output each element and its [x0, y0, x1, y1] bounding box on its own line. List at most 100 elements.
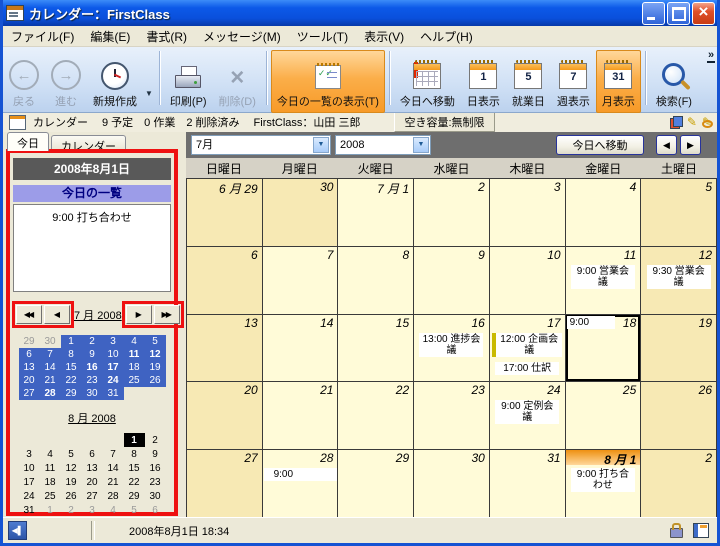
month-view-button[interactable]: 31 月表示: [596, 50, 641, 113]
mini-calendar-day[interactable]: 16: [145, 461, 166, 475]
mini-calendar-day[interactable]: 14: [103, 461, 124, 475]
mini-calendar-day[interactable]: 23: [145, 475, 166, 489]
prev-month-button[interactable]: ◀: [44, 305, 70, 324]
next-month-button[interactable]: ▶: [126, 305, 152, 324]
mini-calendar-day[interactable]: 25: [40, 489, 61, 503]
calendar-day-cell[interactable]: 27: [187, 450, 263, 518]
calendar-day-cell[interactable]: 6 月 29: [187, 179, 263, 247]
mini-calendar-day[interactable]: 24: [103, 374, 124, 387]
mini-calendar-day[interactable]: 2: [145, 433, 166, 447]
calendar-day-cell-selected[interactable]: 189:00: [566, 315, 642, 383]
panel-toggle-icon[interactable]: ◀▌: [8, 521, 27, 540]
mini-calendar-day[interactable]: 12: [145, 348, 166, 361]
mini-calendar-day[interactable]: 2: [61, 503, 82, 517]
mini-calendar-day[interactable]: 9: [145, 447, 166, 461]
calendar-day-cell[interactable]: 8: [338, 247, 414, 315]
mini-calendar-day[interactable]: 16: [82, 361, 103, 374]
calendar-day-cell[interactable]: 10: [490, 247, 566, 315]
calendar-day-cell[interactable]: 5: [641, 179, 717, 247]
week-view-button[interactable]: 7 週表示: [551, 50, 596, 113]
calendar-day-cell-today[interactable]: 8 月 19:00 打ち合わせ: [566, 450, 642, 518]
mini-calendar-day[interactable]: 21: [40, 374, 61, 387]
mini-calendar-day[interactable]: 11: [40, 461, 61, 475]
mini-calendar-day[interactable]: 4: [124, 335, 145, 348]
calendar-day-cell[interactable]: 7 月 1: [338, 179, 414, 247]
calendar-day-cell[interactable]: 1613:00 進捗会議: [414, 315, 490, 383]
menu-item[interactable]: ヘルプ(H): [412, 26, 481, 47]
calendar-day-cell[interactable]: 26: [641, 382, 717, 450]
mini-calendar-day[interactable]: 20: [19, 374, 40, 387]
calendar-day-cell[interactable]: 3: [490, 179, 566, 247]
event-item[interactable]: 9:30 営業会議: [647, 265, 711, 289]
mini-calendar-day[interactable]: 29: [124, 489, 145, 503]
maximize-button[interactable]: [667, 2, 690, 25]
mini-calendar-day[interactable]: 27: [82, 489, 103, 503]
mini-calendar-day[interactable]: 22: [61, 374, 82, 387]
mini-calendar-day[interactable]: 11: [124, 348, 145, 361]
mini-calendar-day[interactable]: 13: [19, 361, 40, 374]
calendar-day-cell[interactable]: 2: [641, 450, 717, 518]
mini-calendar-day[interactable]: 29: [61, 387, 82, 400]
workday-view-button[interactable]: 5 就業日: [506, 50, 551, 113]
calendar-day-cell[interactable]: 1712:00 企画会議17:00 仕訳: [490, 315, 566, 383]
mini-calendar-day[interactable]: 1: [40, 503, 61, 517]
new-item-dropdown caret-down-icon[interactable]: ▼: [145, 89, 153, 98]
mini-calendar-day[interactable]: 22: [124, 475, 145, 489]
new-item-button[interactable]: 新規作成: [87, 50, 143, 113]
calendar-day-cell[interactable]: 6: [187, 247, 263, 315]
mini-calendar-day[interactable]: 1: [61, 335, 82, 348]
calendar-day-cell[interactable]: 249:00 定例会議: [490, 382, 566, 450]
next-month-arrow-button[interactable]: ▶: [680, 135, 701, 155]
mini-calendar-day[interactable]: 12: [61, 461, 82, 475]
event-item[interactable]: 9:00: [264, 468, 337, 481]
minimize-button[interactable]: [642, 2, 665, 25]
calendar-day-cell[interactable]: 15: [338, 315, 414, 383]
goto-today-button[interactable]: 今日へ移動: [394, 50, 461, 113]
close-button[interactable]: [692, 2, 715, 25]
calendar-day-cell[interactable]: 14: [263, 315, 339, 383]
mini-calendar-day[interactable]: 30: [82, 387, 103, 400]
mini-calendar-day[interactable]: 10: [103, 348, 124, 361]
calendar-day-cell[interactable]: 119:00 営業会議: [566, 247, 642, 315]
mini-calendar-day[interactable]: 4: [40, 447, 61, 461]
mini-calendar-day[interactable]: 19: [61, 475, 82, 489]
mini-calendar-day[interactable]: 8: [124, 447, 145, 461]
calendar-day-cell[interactable]: 9: [414, 247, 490, 315]
mini-calendar-day[interactable]: 18: [124, 361, 145, 374]
mini-calendar-day[interactable]: 5: [61, 447, 82, 461]
mini-calendar-day[interactable]: 15: [61, 361, 82, 374]
prev-year-button[interactable]: ◀◀: [16, 305, 42, 324]
day-view-button[interactable]: 1 日表示: [461, 50, 506, 113]
event-item[interactable]: 9:00 定例会議: [495, 400, 559, 424]
event-item[interactable]: 9:00: [567, 316, 615, 329]
calendar-day-cell[interactable]: 22: [338, 382, 414, 450]
calendar-day-cell[interactable]: 29: [338, 450, 414, 518]
calendar-day-cell[interactable]: 129:30 営業会議: [641, 247, 717, 315]
calendar-day-cell[interactable]: 23: [414, 382, 490, 450]
pencil-icon[interactable]: ✎: [687, 115, 697, 129]
mini-calendar-day[interactable]: 3: [19, 447, 40, 461]
mini-calendar-day[interactable]: 4: [103, 503, 124, 517]
mini-calendar-day[interactable]: 21: [103, 475, 124, 489]
mini-calendar-day[interactable]: 31: [103, 387, 124, 400]
menu-item[interactable]: ファイル(F): [3, 26, 82, 47]
calendar-day-cell[interactable]: 289:00: [263, 450, 339, 518]
mini-calendar-day[interactable]: 17: [19, 475, 40, 489]
copy-pages-icon[interactable]: [670, 116, 682, 128]
menu-item[interactable]: 編集(E): [82, 26, 138, 47]
event-item[interactable]: 17:00 仕訳: [495, 362, 559, 375]
tab-today[interactable]: 今日: [7, 132, 49, 151]
event-item[interactable]: 9:00 営業会議: [571, 265, 635, 289]
next-year-button[interactable]: ▶▶: [154, 305, 180, 324]
mini-calendar-day[interactable]: 18: [40, 475, 61, 489]
event-item[interactable]: 12:00 企画会議: [492, 333, 562, 357]
mini-calendar-day[interactable]: 6: [19, 348, 40, 361]
search-button[interactable]: 検索(F): [650, 50, 698, 113]
calendar-day-cell[interactable]: 19: [641, 315, 717, 383]
mini-calendar-day[interactable]: 7: [40, 348, 61, 361]
goto-today-header-button[interactable]: 今日へ移動: [556, 135, 644, 155]
calendar-day-cell[interactable]: 7: [263, 247, 339, 315]
mini-calendar-day[interactable]: 15: [124, 461, 145, 475]
mini-calendar-day[interactable]: 5: [145, 335, 166, 348]
calendar-day-cell[interactable]: 2: [414, 179, 490, 247]
